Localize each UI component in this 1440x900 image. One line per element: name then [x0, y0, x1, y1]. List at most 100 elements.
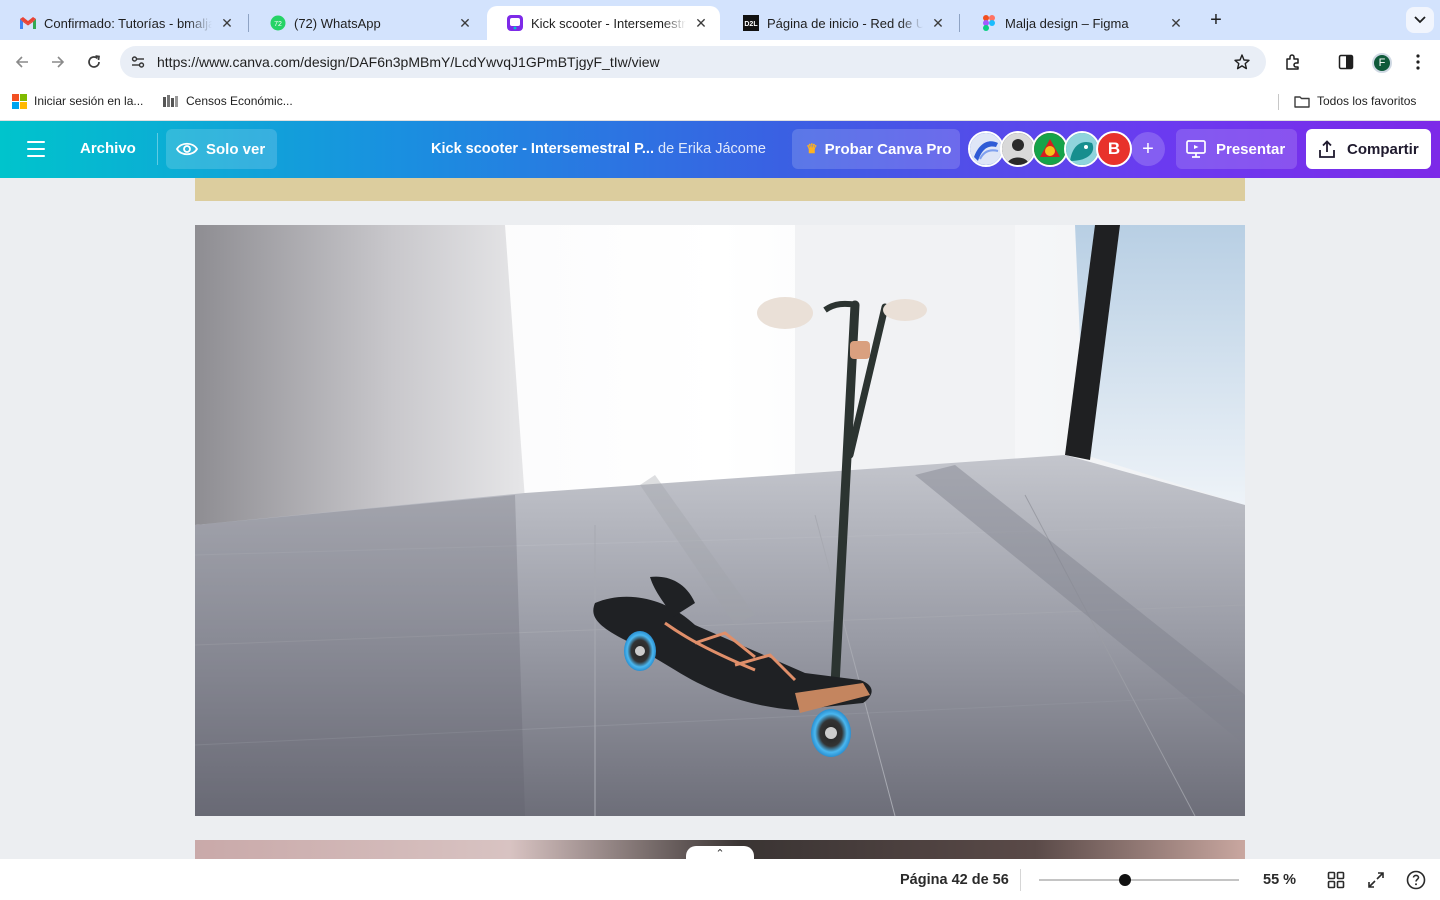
- share-button[interactable]: Compartir: [1306, 129, 1431, 169]
- tab-d2l[interactable]: D2L Página de inicio - Red de Univ ✕: [723, 6, 957, 40]
- site-settings-icon[interactable]: [128, 52, 148, 72]
- share-label: Compartir: [1347, 140, 1419, 158]
- fullscreen-button[interactable]: [1365, 869, 1387, 891]
- arrow-right-icon: [52, 56, 65, 68]
- crown-icon: ♛: [806, 141, 818, 156]
- tab-title: Confirmado: Tutorías - bmalja: [44, 15, 212, 31]
- scooter-render-image: [195, 225, 1245, 816]
- url-text: https://www.canva.com/design/DAF6n3pMBmY…: [157, 54, 660, 70]
- all-bookmarks-label: Todos los favoritos: [1317, 94, 1417, 108]
- reload-button[interactable]: [82, 50, 106, 74]
- canva-header: Archivo Solo ver Kick scooter - Intersem…: [0, 121, 1440, 178]
- inegi-icon: [163, 93, 179, 109]
- svg-text:D2L: D2L: [744, 21, 758, 28]
- chevron-down-icon: [1414, 16, 1426, 24]
- close-icon[interactable]: ✕: [218, 14, 236, 32]
- d2l-icon: D2L: [743, 15, 759, 31]
- status-divider: [1020, 869, 1021, 891]
- bookmark-star-icon[interactable]: [1232, 52, 1252, 72]
- side-panel-button[interactable]: [1334, 50, 1358, 74]
- browser-tabstrip: Confirmado: Tutorías - bmalja ✕ 72 (72) …: [0, 0, 1440, 40]
- bookmarks-bar: Iniciar sesión en la... Censos Económic.…: [0, 84, 1440, 121]
- figma-icon: [981, 15, 997, 31]
- avatar[interactable]: [968, 131, 1004, 167]
- try-pro-button[interactable]: ♛ Probar Canva Pro: [792, 129, 960, 169]
- canva-icon: [507, 15, 523, 31]
- microsoft-icon: [11, 93, 27, 109]
- new-tab-button[interactable]: +: [1205, 9, 1227, 31]
- present-icon: [1185, 138, 1207, 160]
- bookmark-item[interactable]: Iniciar sesión en la...: [11, 93, 143, 109]
- bookmarks-divider: [1278, 94, 1279, 110]
- view-mode-label: Solo ver: [206, 140, 266, 158]
- canva-statusbar: Página 42 de 56 55 %: [0, 859, 1440, 900]
- hamburger-menu-icon[interactable]: [26, 139, 46, 159]
- kebab-menu-icon: [1416, 54, 1420, 70]
- grid-icon: [1327, 871, 1345, 889]
- help-icon: [1406, 870, 1426, 890]
- document-author: de Erika Jácome: [658, 141, 766, 157]
- zoom-slider-thumb[interactable]: [1119, 874, 1131, 886]
- side-panel-icon: [1338, 54, 1354, 70]
- tab-separator: [959, 14, 960, 32]
- reload-icon: [88, 55, 100, 68]
- profile-avatar[interactable]: F: [1372, 53, 1392, 73]
- tab-title: (72) WhatsApp: [294, 15, 381, 31]
- collaborator-avatars: B: [968, 129, 1132, 169]
- bookmark-item[interactable]: Censos Económic...: [163, 93, 293, 109]
- folder-icon: [1294, 93, 1310, 109]
- design-page[interactable]: [195, 225, 1245, 816]
- avatar[interactable]: [1000, 131, 1036, 167]
- whatsapp-icon: 72: [270, 15, 286, 31]
- chevron-up-icon: ⌃: [715, 848, 725, 859]
- try-pro-label: Probar Canva Pro: [824, 140, 952, 158]
- tab-separator: [248, 14, 249, 32]
- page-collapse-button[interactable]: ⌃: [686, 846, 754, 859]
- zoom-slider-track[interactable]: [1039, 879, 1239, 881]
- zoom-level[interactable]: 55 %: [1263, 872, 1296, 888]
- tab-search-button[interactable]: [1406, 7, 1434, 33]
- close-icon[interactable]: ✕: [929, 14, 947, 32]
- document-title[interactable]: Kick scooter - Intersemestral P...: [431, 141, 654, 157]
- avatar[interactable]: B: [1096, 131, 1132, 167]
- bookmark-label: Censos Económic...: [186, 94, 293, 108]
- close-icon[interactable]: ✕: [456, 14, 474, 32]
- tab-title: Kick scooter - Intersemestral: [531, 15, 686, 31]
- puzzle-icon: [1286, 54, 1299, 70]
- eye-icon: [176, 138, 198, 160]
- browser-menu-button[interactable]: [1406, 50, 1430, 74]
- svg-text:72: 72: [274, 21, 282, 28]
- browser-toolbar: https://www.canva.com/design/DAF6n3pMBmY…: [0, 40, 1440, 84]
- page-indicator[interactable]: Página 42 de 56: [900, 872, 1009, 888]
- file-menu-button[interactable]: Archivo: [80, 140, 136, 157]
- extensions-button[interactable]: [1281, 50, 1305, 74]
- help-button[interactable]: [1405, 869, 1427, 891]
- previous-page[interactable]: [195, 178, 1245, 201]
- canvas-stage[interactable]: ⌃: [0, 178, 1440, 859]
- bookmark-label: Iniciar sesión en la...: [34, 94, 144, 108]
- tab-gmail[interactable]: Confirmado: Tutorías - bmalja ✕: [0, 6, 246, 40]
- close-icon[interactable]: ✕: [1167, 14, 1185, 32]
- grid-view-button[interactable]: [1325, 869, 1347, 891]
- share-icon: [1316, 138, 1338, 160]
- tab-whatsapp[interactable]: 72 (72) WhatsApp ✕: [250, 6, 484, 40]
- address-bar[interactable]: https://www.canva.com/design/DAF6n3pMBmY…: [120, 46, 1266, 78]
- all-bookmarks-button[interactable]: Todos los favoritos: [1294, 93, 1416, 109]
- back-button[interactable]: [10, 50, 34, 74]
- add-collaborator-button[interactable]: +: [1131, 132, 1165, 166]
- avatar[interactable]: [1032, 131, 1068, 167]
- view-mode-button[interactable]: Solo ver: [166, 129, 277, 169]
- tab-title: Malja design – Figma: [1005, 15, 1129, 31]
- tab-figma[interactable]: Malja design – Figma ✕: [961, 6, 1195, 40]
- gmail-icon: [20, 15, 36, 31]
- present-button[interactable]: Presentar: [1176, 129, 1297, 169]
- tab-title: Página de inicio - Red de Univ: [767, 15, 923, 31]
- close-icon[interactable]: ✕: [692, 14, 710, 32]
- avatar[interactable]: [1064, 131, 1100, 167]
- tab-canva[interactable]: Kick scooter - Intersemestral ✕: [487, 6, 720, 40]
- expand-icon: [1368, 872, 1384, 888]
- forward-button[interactable]: [46, 50, 70, 74]
- plus-icon: +: [1142, 137, 1154, 160]
- present-label: Presentar: [1216, 140, 1286, 158]
- header-divider: [157, 133, 158, 165]
